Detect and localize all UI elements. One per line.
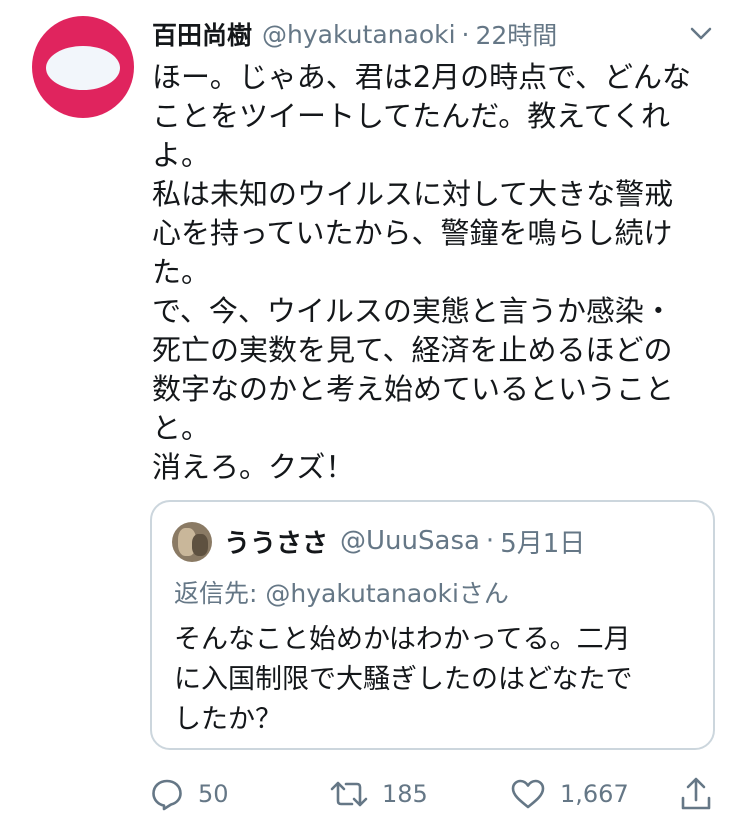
- text-line: た。: [152, 255, 211, 289]
- like-count: 1,667: [560, 780, 629, 808]
- text-line: ほー。じゃあ、君は2月の時点で、どんな: [152, 60, 692, 94]
- action-bar: 50 185 1,667: [150, 770, 720, 818]
- text-line: 消えろ。クズ！: [152, 450, 355, 484]
- retweet-icon: [330, 781, 368, 807]
- reply-prefix: 返信先:: [174, 579, 258, 608]
- tweet-header: 百田尚樹 @hyakutanaoki · 22時間: [152, 14, 557, 54]
- reply-icon: [152, 779, 182, 811]
- text-line: で、今、ウイルスの実態と言うか感染・: [152, 294, 673, 328]
- text-line: そんなこと始めかはわかってる。二月: [174, 624, 631, 655]
- quoted-author-handle: @UuuSasa: [340, 526, 480, 556]
- text-line: に入国制限で大騒ぎしたのはどなたで: [174, 664, 633, 695]
- quoted-header: ううささ @UuuSasa · 5月1日: [224, 520, 585, 562]
- text-line: したか？: [174, 704, 282, 735]
- quoted-text: そんなこと始めかはわかってる。二月 に入国制限で大騒ぎしたのはどなたで したか？: [174, 620, 694, 740]
- text-line: 心を持っていたから、警鐘を鳴らし続け: [152, 216, 673, 250]
- chevron-down-icon[interactable]: [690, 26, 712, 42]
- retweet-button[interactable]: 185: [330, 770, 428, 818]
- avatar-shape: [192, 534, 208, 556]
- share-button[interactable]: [680, 770, 712, 818]
- quoted-date: 5月1日: [500, 528, 586, 559]
- author-handle[interactable]: @hyakutanaoki: [262, 20, 456, 49]
- reply-suffix: さん: [458, 579, 509, 608]
- text-line: と。: [152, 411, 211, 445]
- tweet-text: ほー。じゃあ、君は2月の時点で、どんな ことをツイートしてたんだ。教えてくれ よ。私…: [152, 58, 712, 487]
- reply-mention[interactable]: @hyakutanaoki: [265, 579, 459, 608]
- text-line: ことをツイートしてたんだ。教えてくれ: [152, 99, 670, 133]
- reply-count: 50: [198, 780, 229, 808]
- like-icon: [511, 779, 545, 809]
- author-name[interactable]: 百田尚樹: [152, 16, 252, 52]
- like-button[interactable]: 1,667: [510, 770, 629, 818]
- tweet-timestamp[interactable]: 22時間: [476, 16, 558, 52]
- share-icon: [681, 777, 711, 810]
- author-avatar[interactable]: [32, 16, 134, 118]
- separator-dot: ·: [485, 526, 495, 556]
- avatar-inner: [46, 46, 120, 90]
- text-line: 私は未知のウイルスに対して大きな警戒: [152, 177, 674, 211]
- reply-button[interactable]: 50: [150, 770, 229, 818]
- quoted-tweet[interactable]: ううささ @UuuSasa · 5月1日 返信先: @hyakutanaokiさ…: [150, 500, 715, 750]
- reply-to-line: 返信先: @hyakutanaokiさん: [174, 574, 509, 610]
- text-line: よ。: [152, 138, 211, 172]
- quoted-author-name: ううささ: [224, 528, 329, 559]
- text-line: 死亡の実数を見て、経済を止めるほどの: [152, 333, 673, 367]
- text-line: 数字なのかと考え始めているということ: [152, 372, 675, 406]
- retweet-count: 185: [382, 780, 428, 808]
- separator-dot: ·: [461, 19, 470, 49]
- quoted-avatar[interactable]: [172, 522, 212, 562]
